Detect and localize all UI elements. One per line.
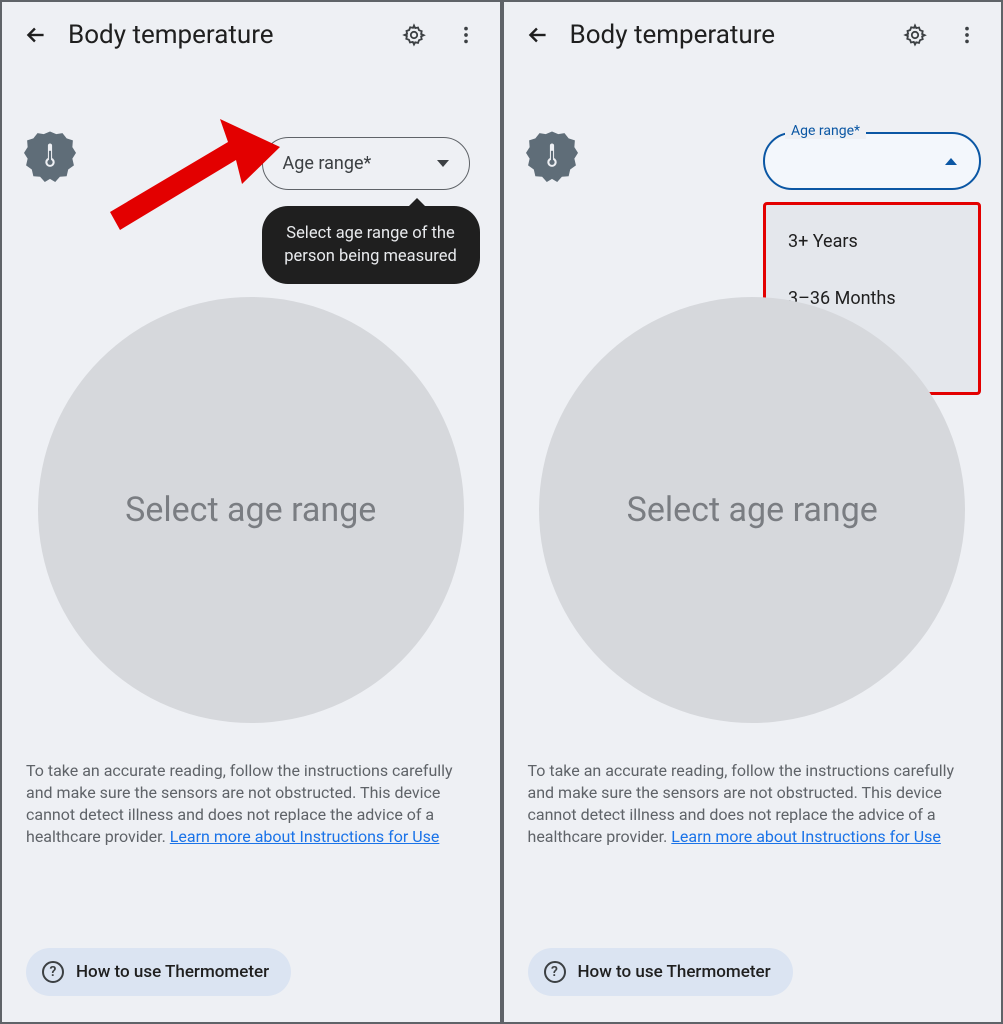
thermometer-badge-icon <box>24 130 76 182</box>
gear-icon <box>402 23 426 47</box>
thermometer-badge <box>526 130 578 182</box>
page-title: Body temperature <box>68 20 382 50</box>
age-range-dropdown[interactable]: Age range* <box>763 132 981 190</box>
placeholder-text: Select age range <box>125 490 376 530</box>
settings-button[interactable] <box>400 21 428 49</box>
page-title: Body temperature <box>570 20 884 50</box>
help-chip[interactable]: ? How to use Thermometer <box>26 948 291 996</box>
back-button[interactable] <box>22 21 50 49</box>
more-button[interactable] <box>953 21 981 49</box>
age-range-tooltip: Select age range of the person being mea… <box>262 206 480 284</box>
help-chip-label: How to use Thermometer <box>76 962 269 982</box>
chevron-up-icon <box>945 158 957 165</box>
settings-button[interactable] <box>901 21 929 49</box>
dropdown-floating-label: Age range* <box>785 123 866 139</box>
header: Body temperature <box>2 2 500 68</box>
back-button[interactable] <box>524 21 552 49</box>
help-icon: ? <box>544 961 566 983</box>
more-vert-icon <box>956 24 978 46</box>
tutorial-arrow-icon <box>110 117 280 247</box>
gear-icon <box>903 23 927 47</box>
measurement-placeholder-circle: Select age range <box>38 297 464 723</box>
dropdown-label: Age range* <box>283 153 437 174</box>
placeholder-text: Select age range <box>627 490 878 530</box>
help-chip-label: How to use Thermometer <box>578 962 771 982</box>
header: Body temperature <box>504 2 1002 68</box>
pane-open: Body temperature Age range* 3+ Years <box>502 0 1003 1024</box>
thermometer-badge-icon <box>526 130 578 182</box>
pane-closed: Body temperature Age range* <box>0 0 502 1024</box>
arrow-back-icon <box>23 22 49 48</box>
age-range-dropdown[interactable]: Age range* <box>262 137 470 190</box>
thermometer-badge <box>24 130 76 182</box>
chevron-down-icon <box>437 160 449 167</box>
more-button[interactable] <box>452 21 480 49</box>
more-vert-icon <box>455 24 477 46</box>
measurement-placeholder-circle: Select age range <box>539 297 965 723</box>
help-chip[interactable]: ? How to use Thermometer <box>528 948 793 996</box>
instructions-link[interactable]: Learn more about Instructions for Use <box>671 827 941 846</box>
disclaimer-text: To take an accurate reading, follow the … <box>26 760 476 848</box>
arrow-back-icon <box>525 22 551 48</box>
instructions-link[interactable]: Learn more about Instructions for Use <box>170 827 440 846</box>
disclaimer-text: To take an accurate reading, follow the … <box>528 760 978 848</box>
tooltip-text: Select age range of the person being mea… <box>284 224 457 266</box>
help-icon: ? <box>42 961 64 983</box>
option-3plus-years[interactable]: 3+ Years <box>766 213 978 270</box>
